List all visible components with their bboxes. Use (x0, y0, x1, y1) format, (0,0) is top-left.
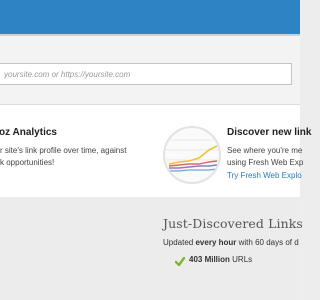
url-count-value: 403 Million (189, 255, 230, 264)
url-search-input[interactable] (0, 63, 292, 85)
discover-feature-text-line1: See where you're me (227, 146, 303, 155)
analytics-feature-text-line1: r site's link profile over time, against (0, 146, 127, 155)
top-navigation-bar (0, 0, 300, 34)
discover-feature-text-line2: using Fresh Web Exp (227, 158, 304, 167)
analytics-feature-text-line2: k opportunities! (0, 158, 55, 167)
analytics-feature-title: oz Analytics (0, 127, 57, 138)
discover-feature-title: Discover new link (227, 127, 312, 138)
chart-thumbnail-icon (163, 126, 221, 184)
subtitle-prefix: Updated (163, 238, 194, 247)
url-count-stat: 403 Million URLs (175, 255, 252, 264)
url-count-unit: URLs (232, 255, 253, 264)
try-fresh-web-explorer-link[interactable]: Try Fresh Web Explo (227, 171, 302, 180)
just-discovered-title: Just-Discovered Links (163, 216, 303, 231)
just-discovered-subtitle: Updated every hour with 60 days of d (163, 238, 299, 247)
just-discovered-section (0, 197, 300, 300)
subtitle-suffix: with 60 days of d (238, 238, 299, 247)
subtitle-emphasis: every hour (195, 238, 237, 247)
